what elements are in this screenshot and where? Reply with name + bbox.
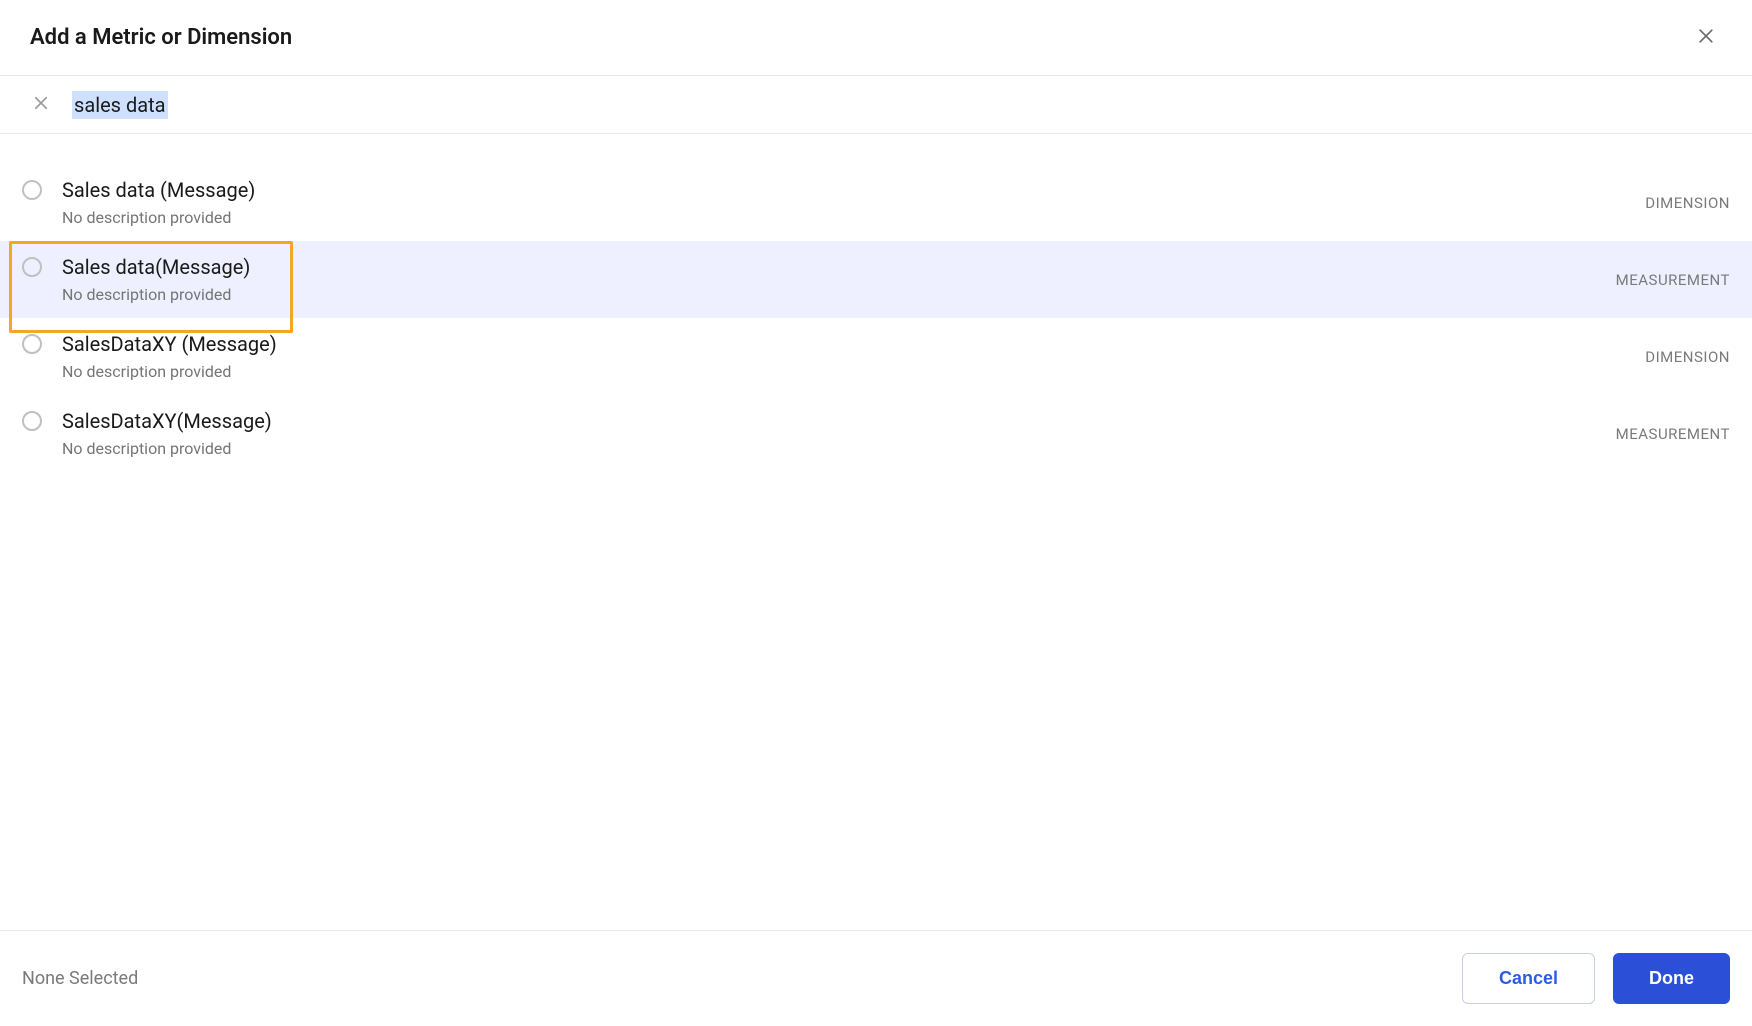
search-input-text: sales data — [72, 91, 168, 119]
result-description: No description provided — [62, 362, 277, 381]
radio-button[interactable] — [22, 180, 42, 200]
dialog-footer: None Selected Cancel Done — [0, 930, 1752, 1026]
result-type-badge: MEASUREMENT — [1616, 425, 1730, 443]
clear-icon — [32, 94, 50, 115]
result-text: SalesDataXY(Message) No description prov… — [62, 409, 272, 458]
close-button[interactable] — [1690, 20, 1722, 55]
result-title: Sales data(Message) — [62, 255, 250, 279]
done-button[interactable]: Done — [1613, 953, 1730, 1004]
result-title: SalesDataXY(Message) — [62, 409, 272, 433]
results-list: Sales data (Message) No description prov… — [0, 134, 1752, 930]
result-type-badge: DIMENSION — [1645, 348, 1730, 366]
selection-status: None Selected — [22, 968, 138, 989]
clear-search-button[interactable] — [30, 92, 52, 117]
result-description: No description provided — [62, 285, 250, 304]
dialog-title: Add a Metric or Dimension — [30, 25, 292, 50]
result-left: SalesDataXY(Message) No description prov… — [22, 409, 272, 458]
result-description: No description provided — [62, 208, 255, 227]
close-icon — [1696, 26, 1716, 49]
result-text: Sales data (Message) No description prov… — [62, 178, 255, 227]
footer-buttons: Cancel Done — [1462, 953, 1730, 1004]
search-input[interactable]: sales data — [72, 93, 168, 117]
result-type-badge: DIMENSION — [1645, 194, 1730, 212]
radio-button[interactable] — [22, 334, 42, 354]
result-left: Sales data (Message) No description prov… — [22, 178, 255, 227]
result-description: No description provided — [62, 439, 272, 458]
dialog-header: Add a Metric or Dimension — [0, 0, 1752, 76]
result-title: Sales data (Message) — [62, 178, 255, 202]
result-row[interactable]: SalesDataXY (Message) No description pro… — [0, 318, 1752, 395]
result-left: Sales data(Message) No description provi… — [22, 255, 250, 304]
cancel-button[interactable]: Cancel — [1462, 953, 1595, 1004]
result-title: SalesDataXY (Message) — [62, 332, 277, 356]
result-left: SalesDataXY (Message) No description pro… — [22, 332, 277, 381]
radio-button[interactable] — [22, 411, 42, 431]
result-row[interactable]: Sales data(Message) No description provi… — [0, 241, 1752, 318]
result-text: SalesDataXY (Message) No description pro… — [62, 332, 277, 381]
result-text: Sales data(Message) No description provi… — [62, 255, 250, 304]
result-row[interactable]: Sales data (Message) No description prov… — [0, 164, 1752, 241]
radio-button[interactable] — [22, 257, 42, 277]
result-type-badge: MEASUREMENT — [1616, 271, 1730, 289]
search-bar: sales data — [0, 76, 1752, 134]
result-row[interactable]: SalesDataXY(Message) No description prov… — [0, 395, 1752, 472]
